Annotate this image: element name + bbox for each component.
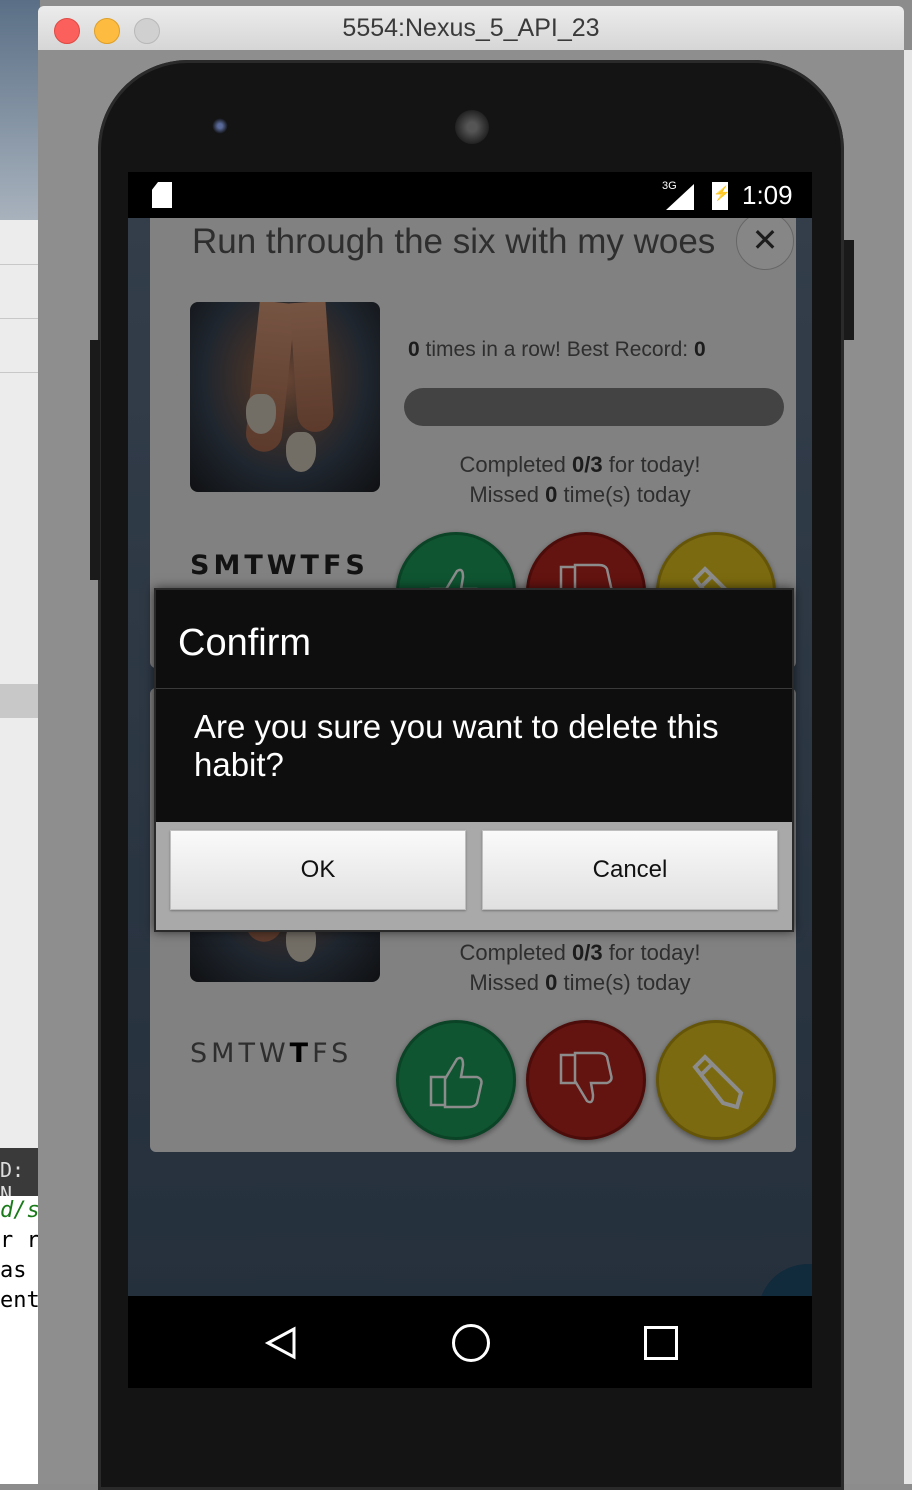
code-line: r r [0,1228,40,1253]
code-line: as [0,1258,27,1283]
front-camera [212,118,228,134]
power-button[interactable] [844,240,854,340]
status-bar: 3G 1:09 [128,172,812,218]
confirm-dialog: Confirm Are you sure you want to delete … [154,588,794,932]
dialog-button-bar: OK Cancel [156,822,792,930]
home-icon[interactable] [452,1324,490,1362]
dialog-message: Are you sure you want to delete this hab… [194,708,719,783]
recent-apps-icon[interactable] [644,1326,678,1360]
ide-divider [0,318,40,319]
cancel-button[interactable]: Cancel [482,830,778,910]
window-title: 5554:Nexus_5_API_23 [342,14,600,42]
battery-charging-icon [712,182,730,210]
ide-selected-row [0,684,40,718]
ide-divider [0,264,40,265]
status-time: 1:09 [742,180,793,210]
navigation-bar [128,1296,812,1388]
desktop-wallpaper [0,0,40,220]
ide-panel-label: D: N [0,1148,40,1206]
ide-divider [0,372,40,373]
code-line: d/s [0,1198,40,1223]
emulator-titlebar[interactable]: 5554:Nexus_5_API_23 [38,6,904,51]
volume-button[interactable] [90,340,100,580]
dialog-divider [156,688,792,689]
earpiece-speaker [455,110,489,144]
back-icon[interactable] [264,1326,298,1360]
network-type-label: 3G [662,180,677,192]
host-ide-background: D: N d/s r r as ent [0,0,40,1484]
dialog-title: Confirm [178,622,312,664]
ok-button[interactable]: OK [170,830,466,910]
sd-card-icon [152,182,172,208]
ide-code-snippet: d/s r r as ent [0,1196,40,1484]
code-line: ent [0,1288,40,1313]
